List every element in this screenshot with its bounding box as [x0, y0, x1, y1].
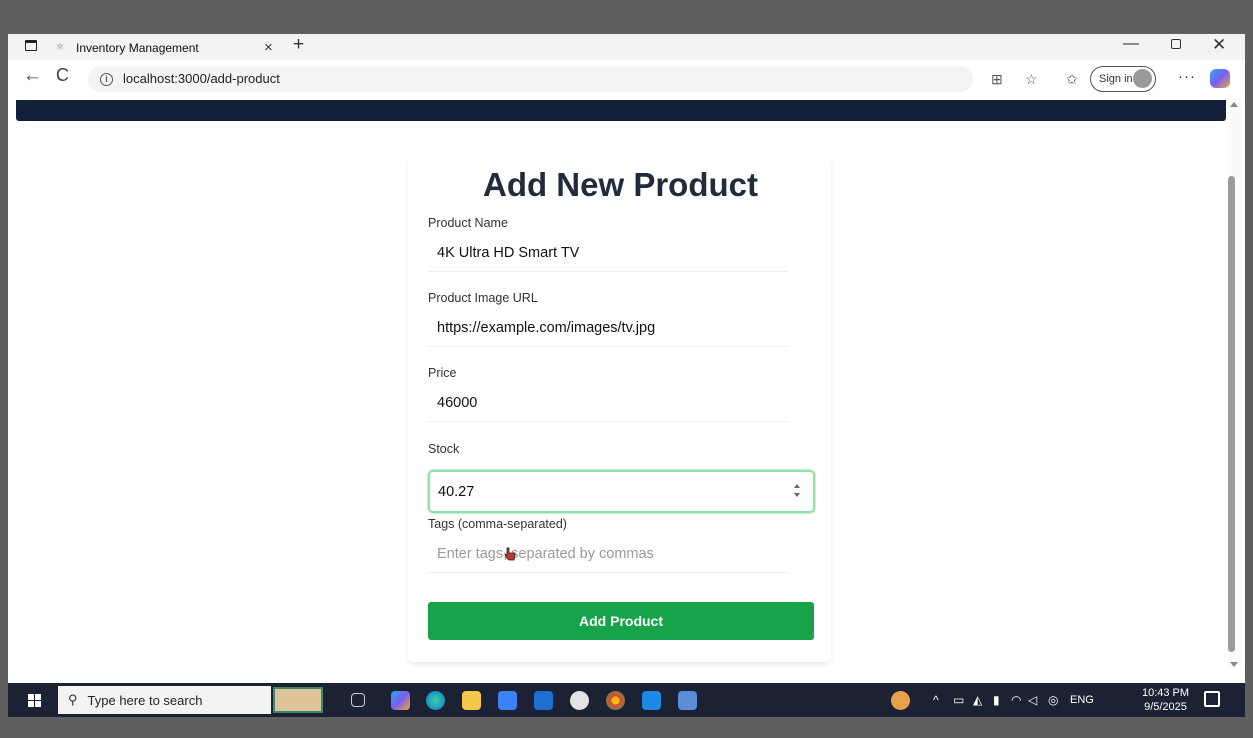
spin-down-icon[interactable] [794, 493, 800, 497]
back-arrow-icon[interactable]: ← [23, 65, 42, 87]
store-icon[interactable] [498, 691, 517, 710]
edge-icon[interactable] [426, 691, 445, 710]
price-value: 46000 [437, 395, 478, 411]
windows-start-icon[interactable] [28, 694, 41, 707]
add-product-button[interactable]: Add Product [428, 602, 814, 640]
product-name-label: Product Name [428, 216, 508, 230]
tray-app-icon[interactable]: ▭ [953, 693, 964, 707]
info-icon[interactable]: i [100, 73, 113, 86]
image-url-input[interactable]: https://example.com/images/tv.jpg [428, 311, 788, 347]
notepad-icon[interactable] [678, 691, 697, 710]
price-label: Price [428, 366, 457, 380]
hand-cursor-icon [504, 547, 516, 561]
page-content: Add New Product Product Name 4K Ultra HD… [8, 96, 1245, 681]
tags-input[interactable]: Enter tags, separated by commas [428, 537, 788, 573]
product-name-value: 4K Ultra HD Smart TV [437, 245, 580, 261]
tab-inventory-management[interactable]: ⚛ Inventory Management × [54, 36, 284, 60]
language-indicator[interactable]: ENG [1070, 694, 1094, 706]
image-url-value: https://example.com/images/tv.jpg [437, 320, 656, 336]
favorite-star-icon[interactable]: ☆ [1025, 71, 1038, 88]
tags-placeholder: Enter tags, separated by commas [437, 546, 654, 562]
outlook-icon[interactable] [534, 691, 553, 710]
task-view-icon[interactable] [351, 693, 365, 707]
scroll-down-icon[interactable] [1230, 662, 1238, 667]
weather-widget-icon[interactable] [273, 687, 323, 713]
copilot-icon[interactable] [1210, 69, 1230, 88]
chrome-icon[interactable] [606, 691, 625, 710]
sign-in-button[interactable]: Sign in [1090, 66, 1156, 92]
taskbar: ⚲ Type here to search ^ ▭ ◭ ▮ ◠ ◁ ◎ ENG … [8, 683, 1245, 717]
url-text[interactable]: localhost:3000/add-product [123, 71, 280, 86]
weather-icon[interactable] [891, 691, 910, 710]
stock-label: Stock [428, 442, 460, 456]
spin-up-icon[interactable] [794, 484, 800, 488]
taskbar-search[interactable]: ⚲ Type here to search [58, 686, 271, 714]
tray-network-icon[interactable]: ◭ [973, 693, 982, 707]
browser-window: ⚛ Inventory Management × + — ✕ ← C i loc… [8, 34, 1245, 717]
clock-time: 10:43 PM [1141, 687, 1190, 699]
price-input[interactable]: 46000 [428, 386, 788, 422]
file-explorer-icon[interactable] [462, 691, 481, 710]
reload-icon[interactable]: C [56, 65, 69, 86]
minimize-button[interactable]: — [1123, 35, 1139, 53]
vscode-icon[interactable] [642, 691, 661, 710]
tray-status-icon[interactable]: ◎ [1048, 693, 1058, 707]
search-icon: ⚲ [68, 692, 78, 707]
tab-actions-icon[interactable] [25, 40, 37, 51]
tray-mic-icon[interactable]: ▮ [993, 693, 1000, 707]
copilot-taskbar-icon[interactable] [391, 691, 410, 710]
maximize-button[interactable] [1171, 39, 1181, 49]
app-icon[interactable] [570, 691, 589, 710]
app-navbar [16, 100, 1226, 121]
tab-bar: ⚛ Inventory Management × + — ✕ [8, 34, 1245, 60]
stock-value: 40.27 [438, 484, 475, 500]
stock-input[interactable]: 40.27 [428, 470, 815, 513]
volume-icon[interactable]: ◁ [1028, 693, 1037, 707]
product-name-input[interactable]: 4K Ultra HD Smart TV [428, 236, 788, 272]
notification-icon[interactable] [1204, 691, 1220, 707]
image-url-label: Product Image URL [428, 291, 538, 305]
more-menu-icon[interactable]: ··· [1178, 68, 1196, 85]
clock[interactable]: 10:43 PM 9/5/2025 [1138, 686, 1193, 714]
tab-close-icon[interactable]: × [264, 39, 273, 56]
new-tab-button[interactable]: + [293, 34, 304, 56]
scrollbar-thumb[interactable] [1228, 176, 1235, 652]
clock-date: 9/5/2025 [1144, 701, 1187, 713]
wifi-icon[interactable]: ◠ [1011, 693, 1021, 707]
sign-in-label: Sign in [1099, 73, 1133, 85]
search-text: Type here to search [87, 692, 203, 708]
reader-view-icon[interactable]: ⊞ [991, 71, 1003, 88]
avatar [1133, 69, 1152, 88]
react-favicon-icon: ⚛ [55, 42, 65, 53]
scroll-up-icon[interactable] [1230, 102, 1238, 107]
favorites-icon[interactable]: ✩ [1066, 71, 1078, 88]
tray-chevron-icon[interactable]: ^ [933, 693, 939, 707]
close-window-button[interactable]: ✕ [1212, 35, 1226, 55]
address-bar-row: ← C i localhost:3000/add-product ⊞ ☆ ✩ S… [8, 60, 1245, 96]
tags-label: Tags (comma-separated) [428, 517, 567, 531]
tab-title: Inventory Management [76, 41, 199, 55]
page-title: Add New Product [482, 166, 758, 203]
